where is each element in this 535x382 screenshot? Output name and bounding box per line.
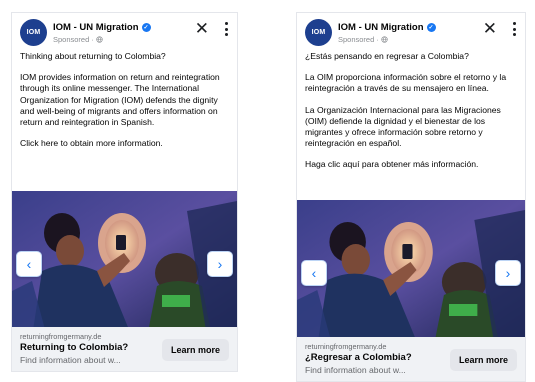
verified-badge-icon: ✓ bbox=[426, 23, 436, 32]
sponsored-label: Sponsored · bbox=[53, 35, 103, 44]
carousel-image[interactable]: ‹ › bbox=[12, 191, 237, 337]
ad-card-spanish: IOM IOM - UN Migration ✓ Sponsored · ✕ ¿… bbox=[296, 12, 526, 382]
ad-text-paragraph: IOM provides information on return and r… bbox=[20, 72, 220, 128]
learn-more-button[interactable]: Learn more bbox=[449, 349, 517, 371]
globe-icon bbox=[96, 36, 103, 43]
link-domain: returningfromgermany.de bbox=[305, 342, 387, 351]
more-options-icon[interactable] bbox=[222, 17, 230, 41]
ad-link-footer[interactable]: returningfromgermany.de Returning to Col… bbox=[12, 327, 237, 371]
ad-text-paragraph[interactable]: Haga clic aquí para obtener más informac… bbox=[305, 159, 517, 170]
page-name[interactable]: IOM - UN Migration ✓ bbox=[338, 22, 436, 33]
page-name-label[interactable]: IOM - UN Migration bbox=[53, 22, 139, 33]
ad-text-paragraph: La Organización Internacional para las M… bbox=[305, 104, 501, 149]
airplane-photo bbox=[12, 191, 237, 337]
page-avatar[interactable]: IOM bbox=[305, 19, 332, 46]
more-options-icon[interactable] bbox=[510, 17, 518, 41]
ad-card-english: IOM IOM - UN Migration ✓ Sponsored · ✕ T… bbox=[11, 12, 238, 372]
sponsored-label: Sponsored · bbox=[338, 35, 388, 44]
link-description: Find information about w... bbox=[305, 365, 406, 375]
sponsored-text: Sponsored · bbox=[53, 35, 96, 44]
ad-text-paragraph: Thinking about returning to Colombia? bbox=[20, 51, 166, 61]
ad-text-paragraph: ¿Estás pensando en regresar a Colombia? bbox=[305, 51, 469, 61]
close-icon[interactable]: ✕ bbox=[195, 19, 209, 39]
page-name[interactable]: IOM - UN Migration ✓ bbox=[53, 22, 151, 33]
link-description: Find information about w... bbox=[20, 355, 121, 365]
ad-header: IOM IOM - UN Migration ✓ Sponsored · ✕ bbox=[12, 13, 237, 49]
ad-primary-text: Thinking about returning to Colombia? IO… bbox=[12, 49, 237, 149]
link-headline[interactable]: ¿Regresar a Colombia? bbox=[305, 352, 412, 363]
sponsored-text: Sponsored · bbox=[338, 35, 381, 44]
airplane-photo bbox=[297, 200, 525, 346]
carousel-prev-button[interactable]: ‹ bbox=[301, 260, 327, 286]
carousel-image[interactable]: ‹ › bbox=[297, 200, 525, 346]
learn-more-button[interactable]: Learn more bbox=[161, 339, 229, 361]
link-domain: returningfromgermany.de bbox=[20, 332, 102, 341]
ad-text-paragraph[interactable]: Click here to obtain more information. bbox=[20, 138, 229, 149]
ad-primary-text: ¿Estás pensando en regresar a Colombia? … bbox=[297, 49, 525, 171]
ad-text-paragraph: La OIM proporciona información sobre el … bbox=[305, 72, 507, 94]
page-avatar[interactable]: IOM bbox=[20, 19, 47, 46]
carousel-next-button[interactable]: › bbox=[207, 251, 233, 277]
close-icon[interactable]: ✕ bbox=[483, 19, 497, 39]
carousel-next-button[interactable]: › bbox=[495, 260, 521, 286]
globe-icon bbox=[381, 36, 388, 43]
ad-header: IOM IOM - UN Migration ✓ Sponsored · ✕ bbox=[297, 13, 525, 49]
ad-link-footer[interactable]: returningfromgermany.de ¿Regresar a Colo… bbox=[297, 337, 525, 381]
page-name-label[interactable]: IOM - UN Migration bbox=[338, 22, 424, 33]
carousel-prev-button[interactable]: ‹ bbox=[16, 251, 42, 277]
link-headline[interactable]: Returning to Colombia? bbox=[20, 342, 128, 353]
verified-badge-icon: ✓ bbox=[141, 23, 151, 32]
